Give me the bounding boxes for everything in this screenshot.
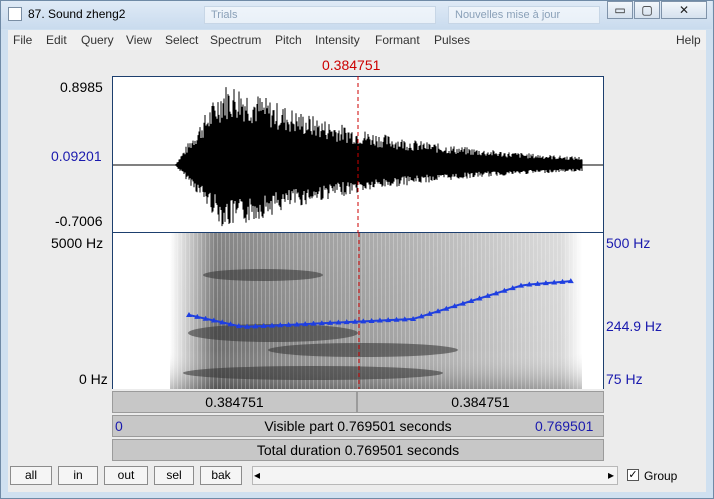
zoom-all-button[interactable]: all [10, 466, 52, 485]
close-icon: ✕ [678, 3, 690, 17]
pitch-bottom-label: 75 Hz [606, 371, 643, 387]
spectrogram-graphic [170, 233, 582, 389]
spectrogram-top-freq: 5000 Hz [51, 235, 104, 251]
menu-view[interactable]: View [126, 33, 152, 47]
background-tab-updates: Nouvelles mise à jour [448, 6, 600, 24]
maximize-icon: ▢ [641, 3, 653, 17]
visible-part-bar[interactable]: Visible part 0.769501 seconds [112, 415, 604, 437]
zoom-back-button[interactable]: bak [200, 466, 242, 485]
visible-start: 0 [115, 418, 123, 434]
menu-spectrum[interactable]: Spectrum [210, 33, 261, 47]
visible-part-label: Visible part 0.769501 seconds [264, 418, 452, 434]
group-checkbox[interactable]: ✓ [627, 469, 639, 481]
waveform-mid-label: 0.09201 [51, 148, 102, 164]
zoom-in-button[interactable]: in [58, 466, 98, 485]
scroll-right-icon[interactable]: ▸ [608, 468, 614, 482]
menu-intensity[interactable]: Intensity [315, 33, 360, 47]
segment-left-duration: 0.384751 [205, 394, 264, 410]
menu-help[interactable]: Help [676, 33, 701, 47]
spectrogram-panel[interactable] [112, 233, 604, 389]
window-title: 87. Sound zheng2 [28, 7, 126, 21]
pitch-top-label: 500 Hz [606, 235, 651, 251]
menu-formant[interactable]: Formant [375, 33, 420, 47]
total-duration-bar[interactable]: Total duration 0.769501 seconds [112, 439, 604, 461]
menu-select[interactable]: Select [165, 33, 198, 47]
zoom-out-button[interactable]: out [104, 466, 148, 485]
visible-end: 0.769501 [535, 418, 594, 434]
cursor-line [357, 76, 359, 233]
waveform-max-label: 0.8985 [60, 79, 103, 95]
waveform-min-label: -0.7006 [55, 213, 103, 229]
minimize-icon: ▭ [614, 3, 626, 17]
total-duration-label: Total duration 0.769501 seconds [256, 442, 460, 458]
cursor-time-label: 0.384751 [322, 57, 381, 73]
spectrogram-bottom-freq: 0 Hz [79, 371, 108, 387]
maximize-button[interactable]: ▢ [634, 1, 660, 19]
minimize-button[interactable]: ▭ [607, 1, 633, 19]
segment-right[interactable]: 0.384751 [357, 391, 604, 413]
background-tab-trials: Trials [204, 6, 436, 24]
check-icon: ✓ [628, 469, 638, 481]
segment-right-duration: 0.384751 [451, 394, 510, 410]
menu-edit[interactable]: Edit [46, 33, 67, 47]
menu-pulses[interactable]: Pulses [434, 33, 470, 47]
time-scrollbar[interactable] [252, 466, 618, 485]
menu-query[interactable]: Query [81, 33, 114, 47]
zoom-sel-button[interactable]: sel [154, 466, 194, 485]
app-icon [8, 7, 22, 21]
pitch-mid-label: 244.9 Hz [606, 318, 663, 334]
menu-file[interactable]: File [13, 33, 32, 47]
menu-pitch[interactable]: Pitch [275, 33, 302, 47]
group-label: Group [644, 469, 678, 483]
scroll-left-icon[interactable]: ◂ [254, 468, 260, 482]
close-button[interactable]: ✕ [661, 1, 707, 19]
segment-left[interactable]: 0.384751 [112, 391, 357, 413]
